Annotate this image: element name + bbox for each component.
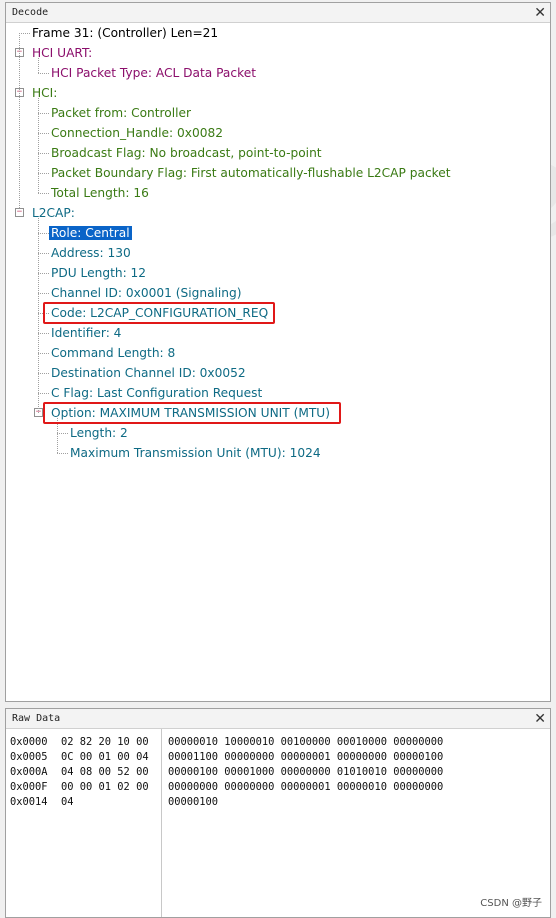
decode-titlebar: Decode ✕: [6, 3, 550, 23]
raw-title: Raw Data: [12, 713, 61, 724]
tree-connector: [38, 153, 49, 154]
tree-leaf-hci-label: Total Length: 16: [51, 186, 149, 200]
close-icon[interactable]: ✕: [534, 712, 546, 726]
tree-leaf-l2cap-label: PDU Length: 12: [51, 266, 147, 280]
tree-node-hci-label: HCI:: [32, 86, 58, 100]
tree-leaf-l2cap-label: Channel ID: 0x0001 (Signaling): [51, 286, 242, 300]
raw-binary-row: 00000000 00000000 00000001 00000010 0000…: [168, 781, 444, 793]
collapse-l2cap-icon[interactable]: −: [15, 208, 24, 217]
raw-column-divider: [161, 729, 162, 917]
tree-node-frame-label: Frame 31: (Controller) Len=21: [32, 26, 219, 40]
tree-connector: [38, 233, 49, 234]
tree-connector: [38, 293, 49, 294]
tree-leaf-selected[interactable]: Role: Central: [49, 223, 132, 243]
tree-leaf-hci_uart[interactable]: HCI Packet Type: ACL Data Packet: [49, 63, 258, 83]
tree-connector: [38, 333, 49, 334]
tree-connector: [38, 73, 49, 74]
raw-binary-column: 00000010 10000010 00100000 00010000 0000…: [168, 735, 443, 810]
tree-connector: [38, 173, 49, 174]
raw-data-panel: Raw Data ✕ 0x0000 0x0005 0x000A 0x000F 0x001…: [5, 708, 551, 918]
tree-leaf-l2cap[interactable]: Destination Channel ID: 0x0052: [49, 363, 248, 383]
raw-hex-row: 04 08 00 52 00: [61, 766, 149, 778]
tree-leaf-hci-label: Connection_Handle: 0x0082: [51, 126, 223, 140]
tree-leaf-l2cap[interactable]: Identifier: 4: [49, 323, 123, 343]
tree-connector: [38, 393, 49, 394]
highlight-box-code: [43, 302, 275, 324]
raw-offset-column: 0x0000 0x0005 0x000A 0x000F 0x0014: [10, 735, 48, 810]
tree-leaf-l2cap-label: Identifier: 4: [51, 326, 122, 340]
tree-leaf-hci_uart-label: HCI Packet Type: ACL Data Packet: [51, 66, 256, 80]
close-icon[interactable]: ✕: [534, 6, 546, 20]
tree-node-hci_uart-label: HCI UART:: [32, 46, 93, 60]
tree-connector: [38, 98, 39, 193]
tree-connector: [38, 273, 49, 274]
tree-leaf-hci[interactable]: Connection_Handle: 0x0082: [49, 123, 225, 143]
tree-leaf-l2cap[interactable]: Address: 130: [49, 243, 133, 263]
tree-connector: [38, 113, 49, 114]
tree-leaf-l2cap[interactable]: C Flag: Last Configuration Request: [49, 383, 264, 403]
tree-leaf-hci[interactable]: Packet Boundary Flag: First automaticall…: [49, 163, 453, 183]
tree-node-hci_uart[interactable]: HCI UART:: [30, 43, 94, 63]
tree-leaf-l2cap[interactable]: PDU Length: 12: [49, 263, 148, 283]
credit-text: CSDN @野子: [480, 898, 542, 909]
tree-connector: [19, 33, 30, 34]
raw-binary-row: 00000100 00001000 00000000 01010010 0000…: [168, 766, 444, 778]
tree-connector: [38, 253, 49, 254]
tree-leaf-option[interactable]: Maximum Transmission Unit (MTU): 1024: [68, 443, 323, 463]
raw-binary-row: 00001100 00000000 00000001 00000000 0000…: [168, 751, 444, 763]
tree-connector: [57, 453, 68, 454]
tree-leaf-hci[interactable]: Total Length: 16: [49, 183, 151, 203]
tree-connector: [19, 33, 20, 208]
raw-data-area[interactable]: 0x0000 0x0005 0x000A 0x000F 0x0014 02 82 20 …: [6, 729, 550, 917]
raw-offset: 0x0014: [10, 796, 48, 808]
raw-hex-row: 00 00 01 02 00: [61, 781, 149, 793]
tree-connector: [38, 373, 49, 374]
tree-leaf-option[interactable]: Length: 2: [68, 423, 130, 443]
raw-offset: 0x0005: [10, 751, 48, 763]
tree-leaf-l2cap[interactable]: Channel ID: 0x0001 (Signaling): [49, 283, 244, 303]
tree-connector: [38, 58, 39, 73]
tree-connector: [57, 433, 68, 434]
tree-connector: [38, 133, 49, 134]
raw-hex-row: 0C 00 01 00 04: [61, 751, 149, 763]
raw-hex-row: 04: [61, 796, 74, 808]
tree-leaf-hci[interactable]: Packet from: Controller: [49, 103, 193, 123]
tree-leaf-option-label: Maximum Transmission Unit (MTU): 1024: [70, 446, 321, 460]
tree-leaf-l2cap-label: C Flag: Last Configuration Request: [51, 386, 263, 400]
tree-leaf-l2cap-label: Address: 130: [51, 246, 131, 260]
tree-leaf-hci[interactable]: Broadcast Flag: No broadcast, point-to-p…: [49, 143, 324, 163]
tree-leaf-hci-label: Packet Boundary Flag: First automaticall…: [51, 166, 451, 180]
decode-panel: Decode ✕ Frame 31: (Controller) Len=21 HC…: [5, 2, 551, 702]
raw-offset: 0x000F: [10, 781, 48, 793]
tree-node-hci[interactable]: HCI:: [30, 83, 59, 103]
highlight-box-option: [43, 402, 341, 424]
decode-tree-area[interactable]: Frame 31: (Controller) Len=21 HCI UART: − H…: [6, 23, 550, 701]
tree-leaf-l2cap-label: Role: Central: [49, 226, 132, 240]
tree-connector: [38, 353, 49, 354]
tree-leaf-l2cap-label: Destination Channel ID: 0x0052: [51, 366, 246, 380]
raw-offset: 0x000A: [10, 766, 48, 778]
tree-leaf-option-label: Length: 2: [70, 426, 128, 440]
tree-leaf-hci-label: Broadcast Flag: No broadcast, point-to-p…: [51, 146, 322, 160]
raw-binary-row: 00000010 10000010 00100000 00010000 0000…: [168, 736, 444, 748]
tree-leaf-l2cap-label: Command Length: 8: [51, 346, 176, 360]
decode-title: Decode: [12, 7, 49, 18]
raw-hex-column: 02 82 20 10 00 0C 00 01 00 04 04 08 00 52 …: [61, 735, 149, 810]
tree-leaf-hci-label: Packet from: Controller: [51, 106, 192, 120]
tree-connector: [38, 193, 49, 194]
tree-node-frame[interactable]: Frame 31: (Controller) Len=21: [30, 23, 220, 43]
tree-leaf-l2cap[interactable]: Command Length: 8: [49, 343, 177, 363]
raw-hex-row: 02 82 20 10 00: [61, 736, 149, 748]
raw-offset: 0x0000: [10, 736, 48, 748]
raw-binary-row: 00000100: [168, 796, 219, 808]
raw-titlebar: Raw Data ✕: [6, 709, 550, 729]
tree-connector: [38, 218, 39, 413]
